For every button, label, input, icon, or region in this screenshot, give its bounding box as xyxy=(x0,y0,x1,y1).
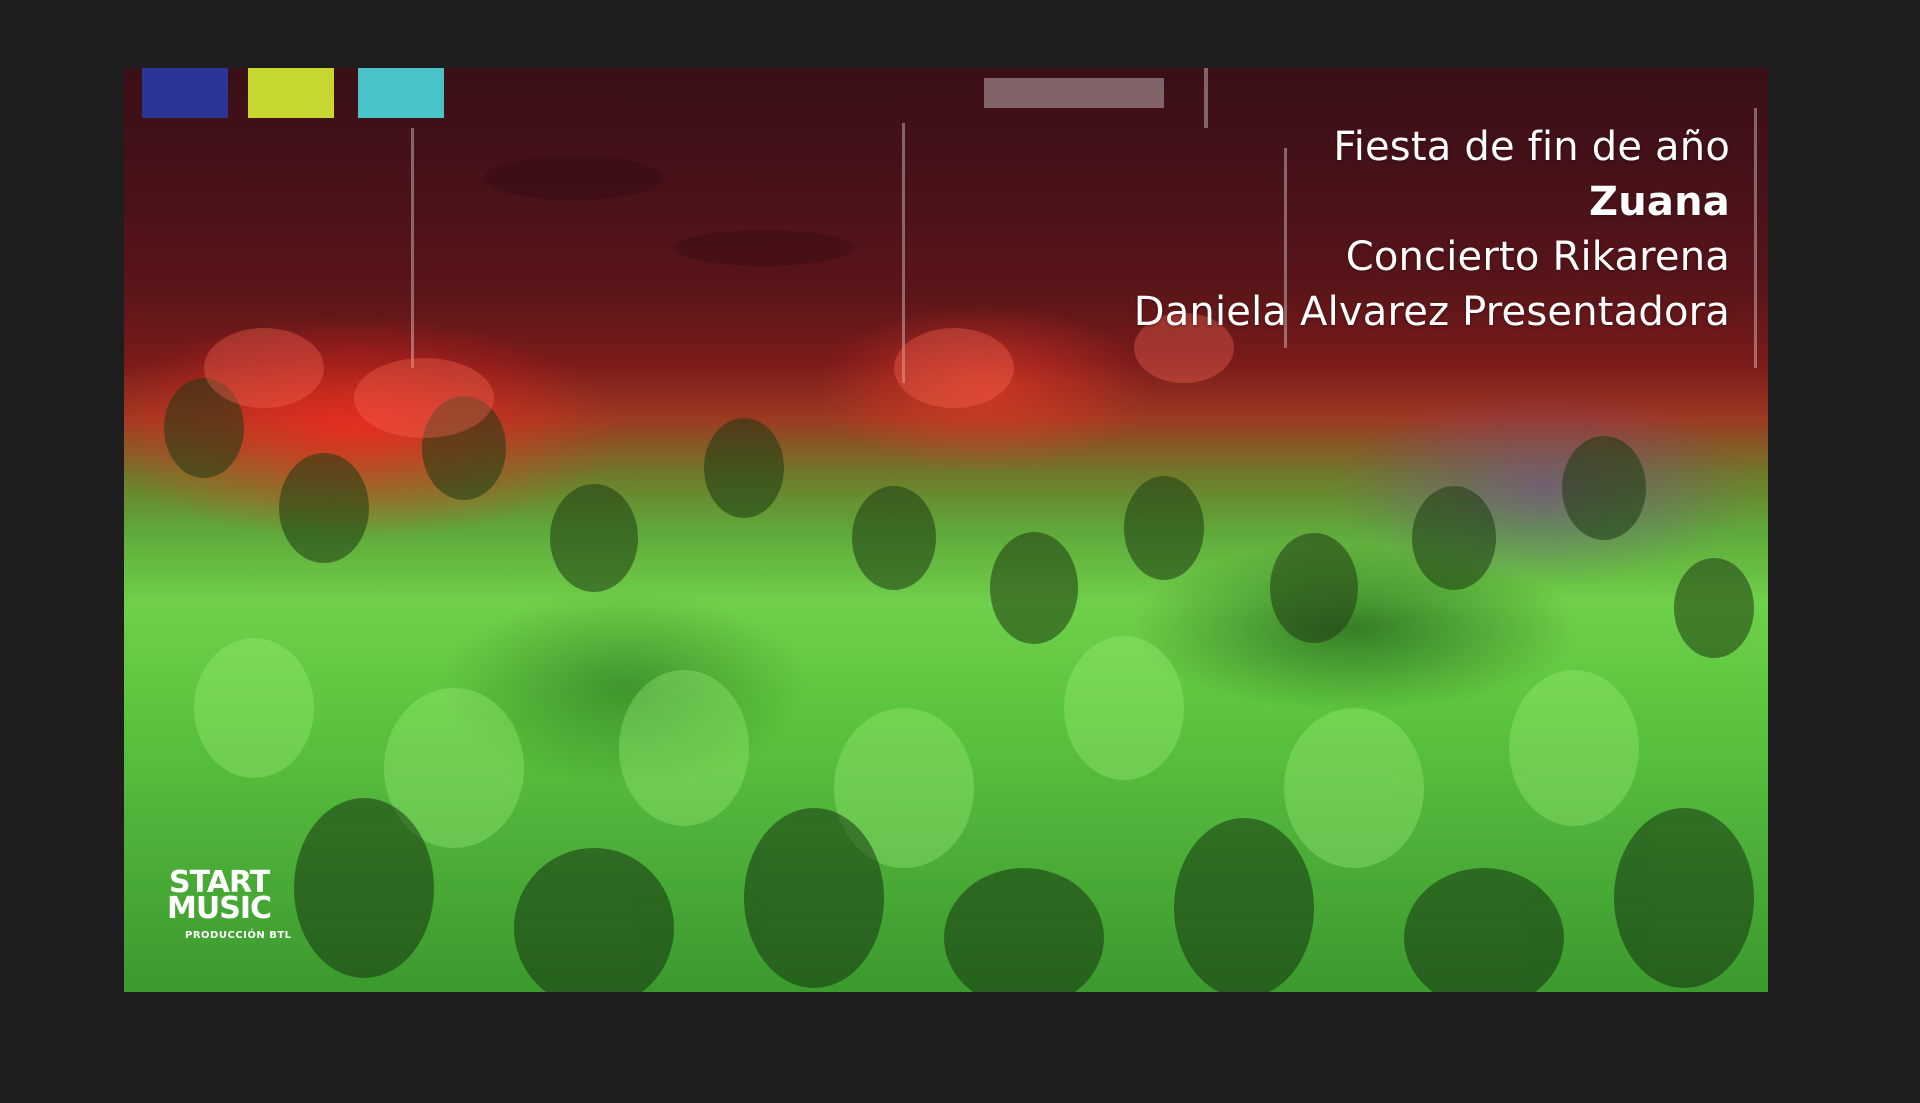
logo-tagline: PRODUCCIÓN BTL xyxy=(185,930,292,941)
logo-word-music: MUSIC xyxy=(167,891,272,926)
event-captions: Fiesta de fin de año Zuana Concierto Rik… xyxy=(1134,120,1730,340)
caption-artist: Concierto Rikarena xyxy=(1345,234,1730,280)
start-music-logo: START MUSIC PRODUCCIÓN BTL xyxy=(167,868,299,960)
color-swatch-blue xyxy=(142,68,228,118)
caption-event-type: Fiesta de fin de año xyxy=(1333,124,1730,170)
event-crowd-photo: Fiesta de fin de año Zuana Concierto Rik… xyxy=(124,68,1768,992)
caption-venue: Zuana xyxy=(1589,179,1730,225)
color-swatch-cyan xyxy=(358,68,444,118)
color-swatch-lime xyxy=(248,68,334,118)
slide: Fiesta de fin de año Zuana Concierto Rik… xyxy=(0,0,1920,1103)
caption-host: Daniela Alvarez Presentadora xyxy=(1133,289,1730,335)
